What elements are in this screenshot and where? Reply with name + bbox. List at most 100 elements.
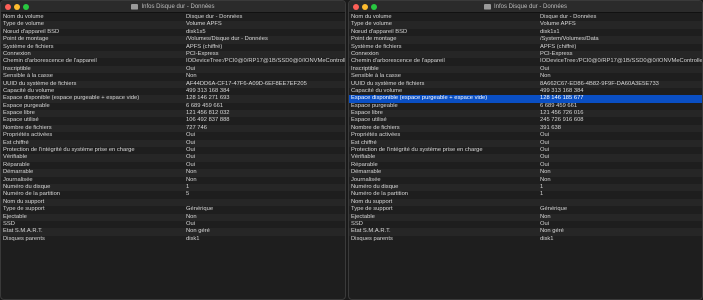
info-row[interactable]: État S.M.A.R.T. Non géré	[1, 228, 345, 236]
info-value: disk1	[540, 235, 554, 242]
info-key: Espace purgeable	[3, 102, 50, 109]
info-value: 1	[186, 183, 190, 190]
info-value: Non	[186, 213, 197, 220]
info-row[interactable]: Système de fichiers APFS (chiffré)	[349, 44, 702, 51]
info-row[interactable]: Propriétés activées Oui	[349, 132, 702, 139]
info-key: Numéro de la partition	[351, 191, 409, 198]
info-row[interactable]: Espace purgeable 6 689 459 661	[1, 103, 345, 110]
info-row[interactable]: Réparable Oui	[1, 162, 345, 169]
info-key: Point de montage	[3, 36, 49, 43]
info-value: 1	[540, 191, 544, 198]
info-row[interactable]: Nom du support	[1, 198, 345, 207]
info-row[interactable]: Espace purgeable 6 689 459 661	[349, 103, 702, 110]
info-key: Sensible à la casse	[3, 73, 53, 80]
window-title-text: Infos Disque dur - Données	[141, 3, 215, 10]
info-row[interactable]: Système de fichiers APFS (chiffré)	[1, 44, 345, 51]
info-row[interactable]: Nœud d'appareil BSD disk1s1	[349, 29, 702, 36]
info-row[interactable]: Vérifiable Oui	[349, 154, 702, 162]
info-value: Disque dur - Données	[540, 14, 597, 20]
info-key: Disques parents	[3, 235, 45, 242]
info-value	[538, 199, 702, 206]
info-row[interactable]: Type de volume Volume APFS	[1, 21, 345, 29]
title-bar[interactable]: Infos Disque dur - Données	[1, 1, 345, 13]
info-row[interactable]: Capacité du volume 499 313 168 384	[1, 88, 345, 95]
info-row[interactable]: Est chiffré Oui	[349, 139, 702, 148]
info-row[interactable]: Espace libre 121 456 812 032	[1, 110, 345, 118]
info-row[interactable]: Espace disponible (espace purgeable + es…	[1, 95, 345, 103]
info-row[interactable]: Éjectable Non	[349, 213, 702, 221]
info-row[interactable]: Disques parents disk1	[1, 236, 345, 243]
info-row[interactable]: Espace utilisé 245 726 916 608	[349, 117, 702, 124]
info-row[interactable]: Inscriptible Oui	[1, 65, 345, 74]
info-row[interactable]: Inscriptible Oui	[349, 65, 702, 74]
info-key: État S.M.A.R.T.	[351, 228, 391, 235]
info-row[interactable]: Numéro du disque 1	[349, 183, 702, 192]
info-row[interactable]: Protection de l'intégrité du système pri…	[349, 147, 702, 154]
info-key: Type de volume	[351, 21, 392, 28]
info-value: /System/Volumes/Data	[540, 36, 599, 43]
info-key: Nom du support	[351, 198, 393, 205]
info-value: 499 313 168 384	[186, 87, 230, 94]
info-row[interactable]: UUID du système de fichiers AF44DD6A-CF17…	[1, 80, 345, 88]
info-row[interactable]: Point de montage/System/Volumes/Data	[349, 36, 702, 44]
info-row[interactable]: Numéro de la partition 1	[349, 191, 702, 198]
close-icon[interactable]	[5, 4, 11, 10]
info-window-left: Infos Disque dur - Données Nom du volume…	[0, 0, 346, 300]
info-key: Journalisée	[3, 176, 33, 183]
info-key: Point de montage	[351, 36, 397, 43]
info-row[interactable]: Type de volume Volume APFS	[349, 21, 702, 29]
info-row[interactable]: Journalisée Non	[349, 177, 702, 184]
info-row[interactable]: Disques parents disk1	[349, 236, 702, 243]
maximize-icon[interactable]	[23, 4, 29, 10]
info-row[interactable]: Propriétés activées Oui	[1, 132, 345, 139]
info-row[interactable]: Connexion PCI-Express	[1, 50, 345, 59]
info-row[interactable]: Capacité du volume 499 313 168 384	[349, 88, 702, 95]
info-row[interactable]: Chemin d'arborescence de l'appareil IODev…	[349, 58, 702, 65]
info-row[interactable]: Démarrable Non	[1, 169, 345, 177]
info-row[interactable]: Nom du support	[349, 198, 702, 207]
info-row[interactable]: Numéro du disque 1	[1, 183, 345, 192]
info-row[interactable]: SSD Oui	[349, 221, 702, 228]
window-controls	[5, 4, 29, 10]
info-key: Numéro de la partition	[3, 191, 61, 198]
title-bar[interactable]: Infos Disque dur - Données	[349, 1, 702, 13]
minimize-icon[interactable]	[362, 4, 368, 10]
info-row[interactable]: Nom du volume Disque dur - Données	[349, 14, 702, 21]
info-row[interactable]: Sensible à la casse Non	[349, 73, 702, 80]
info-row[interactable]: Connexion PCI-Express	[349, 50, 702, 59]
info-row[interactable]: Espace utilisé 106 492 837 888	[1, 117, 345, 124]
info-row[interactable]: Chemin d'arborescence de l'appareil IODev…	[1, 58, 345, 65]
info-row[interactable]: Type de support Générique	[349, 206, 702, 213]
info-value: Non	[186, 73, 197, 80]
info-key: SSD	[3, 220, 15, 227]
info-row[interactable]: Sensible à la casse Non	[1, 73, 345, 80]
info-row[interactable]: Nom du volume Disque dur - Données	[1, 14, 345, 21]
info-row[interactable]: Éjectable Non	[1, 213, 345, 221]
info-row[interactable]: Protection de l'intégrité du système pri…	[1, 147, 345, 154]
info-key: Système de fichiers	[3, 43, 54, 50]
info-row[interactable]: SSD Oui	[1, 221, 345, 228]
close-icon[interactable]	[353, 4, 359, 10]
info-row[interactable]: Nombre de fichiers 391 638	[349, 124, 702, 133]
minimize-icon[interactable]	[14, 4, 20, 10]
info-row[interactable]: Point de montage/Volumes/Disque dur - Do…	[1, 36, 345, 44]
info-key: Inscriptible	[3, 65, 31, 72]
info-row[interactable]: UUID du système de fichiers 8A662C67-ED86…	[349, 80, 702, 88]
info-row[interactable]: Journalisée Non	[1, 177, 345, 184]
info-row[interactable]: Nœud d'appareil BSD disk1s5	[1, 29, 345, 36]
disk-icon	[483, 3, 491, 10]
info-key: Espace purgeable	[351, 102, 398, 109]
info-row[interactable]: Vérifiable Oui	[1, 154, 345, 162]
info-row[interactable]: Démarrable Non	[349, 169, 702, 177]
info-row[interactable]: Espace disponible (espace purgeable + es…	[349, 95, 702, 103]
info-key: Numéro du disque	[351, 183, 399, 190]
info-row[interactable]: Type de support Générique	[1, 206, 345, 213]
info-row[interactable]: Nombre de fichiers 727 746	[1, 124, 345, 133]
info-row[interactable]: Réparable Oui	[349, 162, 702, 169]
info-value: 1	[540, 183, 544, 190]
maximize-icon[interactable]	[371, 4, 377, 10]
info-row[interactable]: Espace libre 121 456 726 016	[349, 110, 702, 118]
info-row[interactable]: Numéro de la partition 5	[1, 191, 345, 198]
info-row[interactable]: Est chiffré Oui	[1, 139, 345, 148]
info-row[interactable]: État S.M.A.R.T. Non géré	[349, 228, 702, 236]
